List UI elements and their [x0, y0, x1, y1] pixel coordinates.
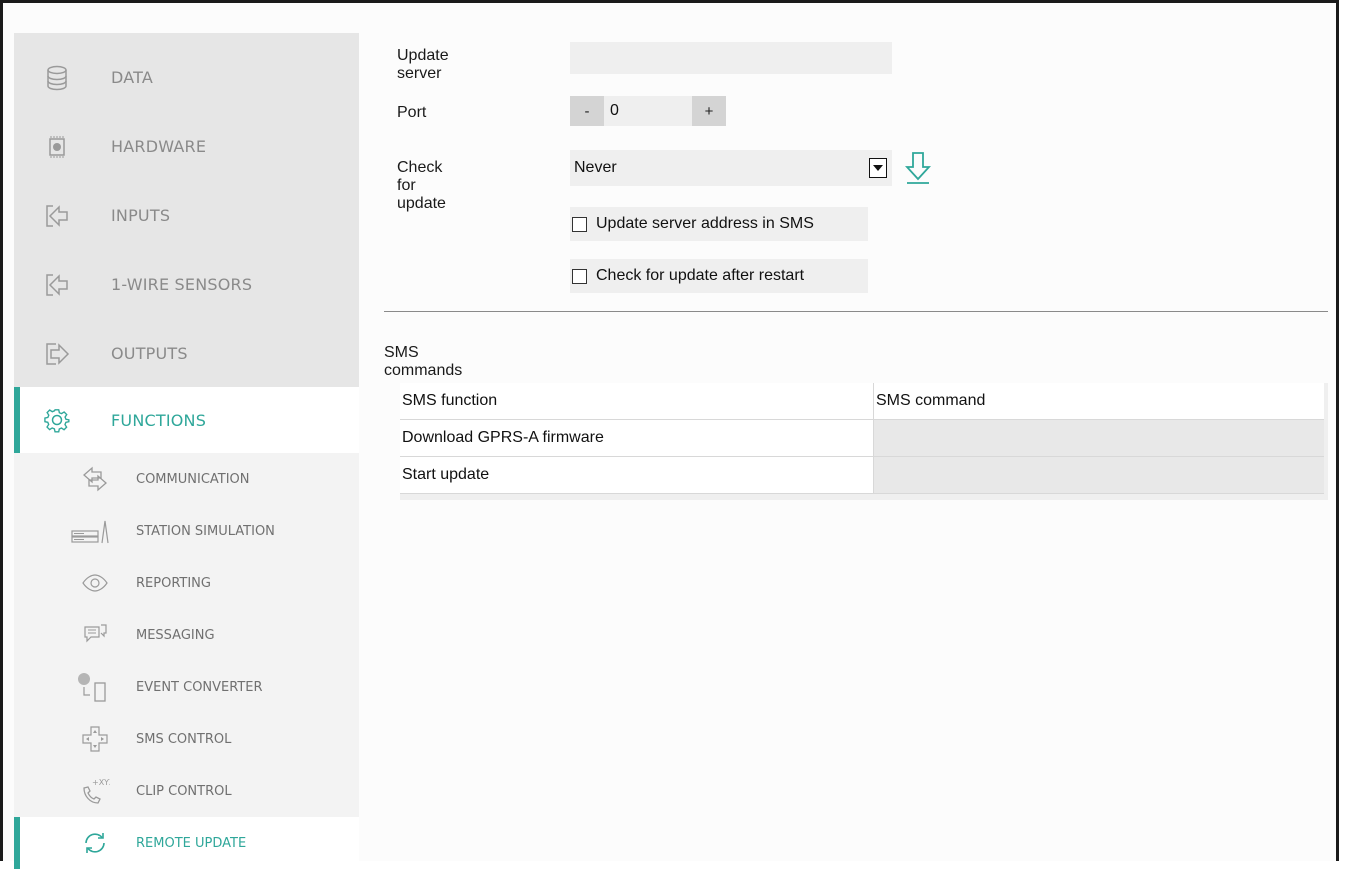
checkbox-label: Update server address in SMS: [596, 215, 814, 232]
sms-command-cell[interactable]: [874, 420, 1324, 457]
sms-function-cell: Start update: [400, 457, 874, 494]
sidebar-subitem-label: MESSAGING: [136, 627, 215, 643]
sidebar-subitem-label: STATION SIMULATION: [136, 523, 275, 539]
eye-icon: [80, 568, 110, 598]
database-icon: [44, 65, 70, 91]
checkbox-label: Check for update after restart: [596, 267, 805, 284]
sidebar-item-outputs[interactable]: OUTPUTS: [14, 319, 359, 388]
sidebar-item-label: HARDWARE: [111, 137, 207, 156]
input-arrow-icon: [44, 272, 70, 298]
active-accent-bar: [14, 387, 20, 453]
sidebar-subitem-clip-control[interactable]: +XYZ CLIP CONTROL: [14, 765, 359, 817]
table-row: Download GPRS-A firmware: [400, 420, 1328, 457]
sidebar-item-label: INPUTS: [111, 206, 171, 225]
sidebar-item-1-wire-sensors[interactable]: 1-WIRE SENSORS: [14, 250, 359, 319]
sidebar-item-label: DATA: [111, 68, 154, 87]
sidebar-subitem-sms-control[interactable]: SMS CONTROL: [14, 713, 359, 765]
port-increment-button[interactable]: +: [692, 96, 726, 126]
svg-text:+XYZ: +XYZ: [92, 778, 110, 787]
sidebar-subitem-label: COMMUNICATION: [136, 471, 250, 487]
sms-function-cell: Download GPRS-A firmware: [400, 420, 874, 457]
update-server-input[interactable]: [570, 42, 892, 74]
table-header-row: SMS function SMS command: [400, 383, 1328, 420]
sidebar-item-functions[interactable]: FUNCTIONS: [14, 387, 359, 453]
port-input[interactable]: 0: [604, 96, 692, 126]
sidebar-subitem-remote-update[interactable]: REMOTE UPDATE: [14, 817, 359, 869]
chip-icon: [44, 134, 70, 160]
sidebar-subitem-station-simulation[interactable]: STATION SIMULATION: [14, 505, 359, 557]
sidebar-subitem-label: EVENT CONVERTER: [136, 679, 263, 695]
sidebar-subitem-communication[interactable]: COMMUNICATION: [14, 453, 359, 505]
input-arrow-icon: [44, 203, 70, 229]
check-for-update-label: Check for update: [397, 159, 446, 212]
sidebar-subitem-label: REPORTING: [136, 575, 211, 591]
sidebar-subitem-label: SMS CONTROL: [136, 731, 232, 747]
checkbox-box[interactable]: [572, 216, 587, 232]
sidebar-item-hardware[interactable]: HARDWARE: [14, 112, 359, 181]
column-header-sms-function: SMS function: [400, 383, 874, 420]
chevron-down-icon: [873, 165, 883, 171]
sidebar-subitem-reporting[interactable]: REPORTING: [14, 557, 359, 609]
converter-icon: [74, 672, 110, 702]
window-frame: DATA HARDWARE INPUTS 1-WIRE SENSORS OUTP…: [0, 0, 1339, 869]
sms-command-cell[interactable]: [874, 457, 1324, 494]
sidebar-item-inputs[interactable]: INPUTS: [14, 181, 359, 250]
check-for-update-select[interactable]: Never: [570, 150, 892, 186]
update-server-label: Update server: [397, 47, 449, 82]
download-icon[interactable]: [904, 151, 932, 189]
check-for-update-after-restart-checkbox[interactable]: Check for update after restart: [570, 259, 868, 293]
sidebar: DATA HARDWARE INPUTS 1-WIRE SENSORS OUTP…: [14, 33, 359, 869]
sync-icon: [80, 828, 110, 858]
dpad-icon: [80, 724, 110, 754]
column-header-sms-command: SMS command: [874, 383, 1324, 420]
port-decrement-button[interactable]: -: [570, 96, 604, 126]
sidebar-subitem-event-converter[interactable]: EVENT CONVERTER: [14, 661, 359, 713]
sidebar-subitem-label: REMOTE UPDATE: [136, 835, 247, 851]
active-accent-bar: [14, 817, 20, 869]
table-row: Start update: [400, 457, 1328, 494]
sms-commands-title: SMS commands: [384, 344, 463, 379]
section-divider: [384, 311, 1328, 312]
port-label: Port: [397, 104, 427, 121]
check-for-update-value: Never: [574, 159, 617, 176]
checkbox-box[interactable]: [572, 268, 587, 284]
sidebar-item-label: 1-WIRE SENSORS: [111, 275, 253, 294]
sms-commands-table: SMS function SMS command Download GPRS-A…: [400, 383, 1328, 500]
gear-icon: [44, 407, 70, 433]
update-server-address-in-sms-checkbox[interactable]: Update server address in SMS: [570, 207, 868, 241]
phone-icon: +XYZ: [80, 776, 110, 806]
sidebar-item-label: OUTPUTS: [111, 344, 188, 363]
sidebar-item-label: FUNCTIONS: [111, 410, 207, 430]
output-arrow-icon: [44, 341, 70, 367]
sidebar-item-data[interactable]: DATA: [14, 43, 359, 112]
message-icon: [80, 620, 110, 650]
sidebar-subitem-messaging[interactable]: MESSAGING: [14, 609, 359, 661]
server-icon: [70, 516, 110, 546]
dropdown-arrow-button[interactable]: [869, 158, 887, 178]
arrows-exchange-icon: [80, 464, 110, 494]
sidebar-subitem-label: CLIP CONTROL: [136, 783, 232, 799]
